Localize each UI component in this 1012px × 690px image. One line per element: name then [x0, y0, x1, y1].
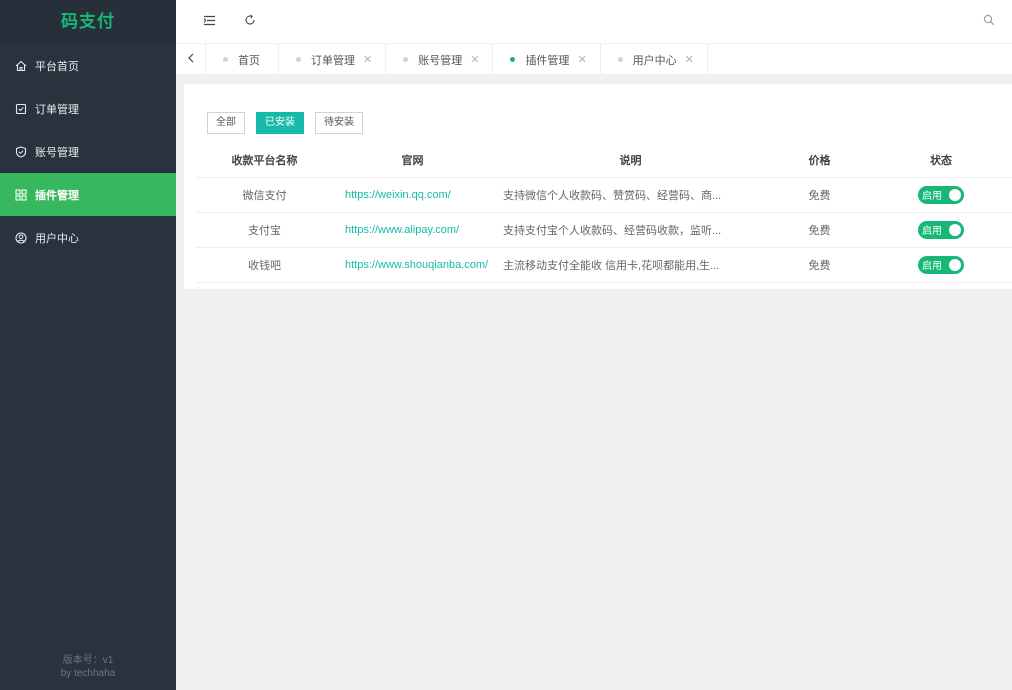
toggle-knob [949, 188, 961, 201]
tab-label: 订单管理 [311, 54, 355, 67]
toggle-knob [949, 223, 961, 236]
checkbox-icon [14, 102, 27, 115]
filter-installed-button[interactable]: 已安装 [256, 112, 304, 134]
status-toggle[interactable]: 启用 [918, 185, 964, 204]
platform-site-link[interactable]: https://www.alipay.com/ [333, 212, 492, 248]
close-icon[interactable]: ✕ [685, 53, 694, 66]
refresh-icon[interactable] [242, 12, 258, 28]
tab-label: 插件管理 [525, 54, 570, 67]
shield-icon [14, 145, 27, 158]
column-header-name[interactable]: 收款平台名称 [196, 144, 333, 178]
tab-dot [223, 57, 228, 62]
version-info: 版本号：v1 by techhaha [0, 654, 176, 680]
menu-fold-icon[interactable] [201, 12, 217, 28]
table-row: 支付宝 https://www.alipay.com/ 支持支付宝个人收款码、经… [196, 212, 1012, 248]
filter-all-button[interactable]: 全部 [207, 112, 245, 134]
close-icon[interactable]: ✕ [470, 53, 479, 66]
sidebar-item-user-center[interactable]: 用户中心 [0, 216, 176, 259]
sidebar-item-orders[interactable]: 订单管理 [0, 87, 176, 130]
tab-dot [296, 57, 301, 62]
sidebar-item-home[interactable]: 平台首页 [0, 44, 176, 87]
status-toggle[interactable]: 启用 [918, 255, 964, 274]
platform-description: 支持支付宝个人收款码、经营码收款，监听... [492, 212, 769, 248]
column-header-desc[interactable]: 说明 [492, 144, 769, 178]
tab-label: 用户中心 [632, 54, 677, 67]
column-header-site[interactable]: 官网 [333, 144, 492, 178]
grid-icon [14, 188, 27, 201]
tab-label: 账号管理 [418, 54, 463, 67]
sidebar-item-accounts[interactable]: 账号管理 [0, 130, 176, 173]
top-header [176, 0, 1012, 44]
table-header-row: 收款平台名称 官网 说明 价格 状态 [196, 144, 1012, 178]
status-toggle-label: 启用 [922, 261, 942, 272]
toggle-knob [949, 258, 961, 271]
sidebar-item-plugins[interactable]: 插件管理 [0, 173, 176, 216]
table-row: 收钱吧 https://www.shouqianba.com/ 主流移动支付全能… [196, 247, 1012, 283]
platform-name: 微信支付 [196, 177, 333, 213]
tab-accounts[interactable]: 账号管理 ✕ [386, 44, 494, 75]
sidebar: 码支付 平台首页 订单管理 账号管理 插件管理 用户中心 版本号：v1 by t… [0, 0, 176, 690]
plugin-list-card: 全部 已安装 待安装 收款平台名称 官网 说明 价格 状态 微信支付 https… [184, 84, 1012, 289]
platform-description: 主流移动支付全能收 信用卡,花呗都能用,生... [492, 247, 769, 283]
platform-site-link[interactable]: https://weixin.qq.com/ [333, 177, 492, 213]
app-logo: 码支付 [0, 0, 176, 44]
platform-site-link[interactable]: https://www.shouqianba.com/ [333, 247, 492, 283]
filter-buttons: 全部 已安装 待安装 [207, 112, 374, 134]
tab-plugins[interactable]: 插件管理 ✕ [493, 44, 601, 75]
status-toggle[interactable]: 启用 [918, 220, 964, 239]
platform-name: 收钱吧 [196, 247, 333, 283]
tab-dot [617, 57, 623, 62]
tab-home[interactable]: 首页 [206, 44, 279, 75]
tab-dot [403, 57, 409, 62]
user-circle-icon [14, 231, 27, 244]
sidebar-item-label: 用户中心 [35, 232, 79, 245]
tabs-scroll-left-button[interactable] [176, 44, 206, 75]
platform-price: 免费 [769, 247, 870, 283]
platform-name: 支付宝 [196, 212, 333, 248]
column-header-status[interactable]: 状态 [870, 144, 1012, 178]
close-icon[interactable]: ✕ [577, 53, 586, 66]
version-author: by techhaha [60, 668, 116, 679]
filter-pending-button[interactable]: 待安装 [315, 112, 363, 134]
tab-orders[interactable]: 订单管理 ✕ [279, 44, 387, 75]
table-row: 微信支付 https://weixin.qq.com/ 支持微信个人收款码、赞赏… [196, 177, 1012, 213]
tab-dot [510, 57, 516, 62]
platform-price: 免费 [769, 177, 870, 213]
home-icon [14, 59, 27, 72]
chevron-left-icon [187, 53, 195, 66]
sidebar-item-label: 插件管理 [35, 189, 79, 202]
page-tabs: 首页 订单管理 ✕ 账号管理 ✕ 插件管理 ✕ 用户中心 ✕ [176, 44, 1012, 75]
sidebar-item-label: 订单管理 [35, 103, 79, 116]
sidebar-item-label: 平台首页 [35, 60, 79, 73]
platform-price: 免费 [769, 212, 870, 248]
status-toggle-label: 启用 [922, 191, 942, 202]
tab-user-center[interactable]: 用户中心 ✕ [601, 44, 708, 75]
search-icon[interactable] [981, 12, 997, 28]
version-number: 版本号：v1 [62, 655, 114, 666]
sidebar-item-label: 账号管理 [35, 146, 79, 159]
close-icon[interactable]: ✕ [363, 53, 372, 66]
plugin-table: 收款平台名称 官网 说明 价格 状态 微信支付 https://weixin.q… [196, 144, 1012, 283]
status-toggle-label: 启用 [922, 226, 942, 237]
column-header-price[interactable]: 价格 [769, 144, 870, 178]
tab-label: 首页 [238, 54, 260, 67]
platform-description: 支持微信个人收款码、赞赏码、经营码、商... [492, 177, 769, 213]
